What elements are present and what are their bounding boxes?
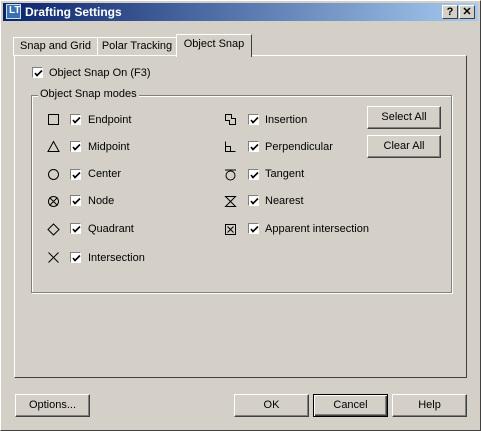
perpendicular-label: Perpendicular <box>265 141 333 153</box>
checkmark-icon <box>34 69 43 77</box>
midpoint-label: Midpoint <box>88 141 130 153</box>
node-marker-icon <box>48 196 59 207</box>
quadrant-checkbox[interactable] <box>70 223 81 234</box>
title-bar[interactable]: LT Drafting Settings ? ✕ <box>3 3 478 21</box>
apparent-intersection-label: Apparent intersection <box>265 223 369 235</box>
ok-button[interactable]: OK <box>234 394 309 417</box>
object-snap-on-checkbox[interactable] <box>32 67 43 78</box>
midpoint-checkbox[interactable] <box>70 141 81 152</box>
checkmark-icon <box>250 143 259 151</box>
center-checkbox[interactable] <box>70 169 81 180</box>
checkmark-icon <box>72 197 81 205</box>
object-snap-on-label: Object Snap On (F3) <box>49 67 151 79</box>
tangent-label: Tangent <box>265 168 305 180</box>
tab-object-snap[interactable]: Object Snap <box>176 34 252 57</box>
endpoint-marker-icon <box>48 114 59 125</box>
endpoint-checkbox[interactable] <box>70 114 81 125</box>
select-all-button[interactable]: Select All <box>367 106 441 129</box>
object-snap-modes-title: Object Snap modes <box>38 88 139 100</box>
app-icon: LT <box>6 4 21 19</box>
checkmark-icon <box>250 197 259 205</box>
intersection-checkbox[interactable] <box>70 252 81 263</box>
options-button[interactable]: Options... <box>15 394 90 417</box>
apparent-intersection-marker-icon <box>225 224 236 235</box>
midpoint-marker-icon <box>47 140 60 152</box>
intersection-label: Intersection <box>88 252 145 264</box>
quadrant-marker-icon <box>47 223 60 236</box>
checkmark-icon <box>72 171 81 179</box>
insertion-checkbox[interactable] <box>248 114 259 125</box>
tangent-marker-icon <box>225 169 236 181</box>
node-label: Node <box>88 195 115 207</box>
help-button[interactable]: Help <box>392 394 467 417</box>
checkmark-icon <box>72 254 81 262</box>
insertion-label: Insertion <box>265 114 308 126</box>
center-marker-icon <box>48 169 59 180</box>
nearest-label: Nearest <box>265 195 304 207</box>
nearest-marker-icon <box>224 196 237 207</box>
intersection-marker-icon <box>48 252 59 263</box>
cancel-button[interactable]: Cancel <box>313 394 388 417</box>
window-title: Drafting Settings <box>25 5 122 19</box>
quadrant-label: Quadrant <box>88 223 134 235</box>
apparent-intersection-checkbox[interactable] <box>248 223 259 234</box>
endpoint-label: Endpoint <box>88 114 132 126</box>
tab-polar-tracking[interactable]: Polar Tracking <box>97 37 177 56</box>
insertion-marker-icon <box>225 114 236 125</box>
center-label: Center <box>88 168 122 180</box>
perpendicular-marker-icon <box>225 141 236 152</box>
clear-all-button[interactable]: Clear All <box>367 135 441 158</box>
checkmark-icon <box>250 116 259 124</box>
checkmark-icon <box>72 143 81 151</box>
tab-snap-and-grid[interactable]: Snap and Grid <box>13 37 98 56</box>
help-title-button[interactable]: ? <box>442 5 458 19</box>
drafting-settings-dialog: LT Drafting Settings ? ✕ Snap and Grid P… <box>0 0 481 431</box>
nearest-checkbox[interactable] <box>248 195 259 206</box>
checkmark-icon <box>250 225 259 233</box>
perpendicular-checkbox[interactable] <box>248 141 259 152</box>
close-button[interactable]: ✕ <box>459 5 475 19</box>
tangent-checkbox[interactable] <box>248 169 259 180</box>
checkmark-icon <box>250 171 259 179</box>
node-checkbox[interactable] <box>70 195 81 206</box>
checkmark-icon <box>72 116 81 124</box>
checkmark-icon <box>72 225 81 233</box>
